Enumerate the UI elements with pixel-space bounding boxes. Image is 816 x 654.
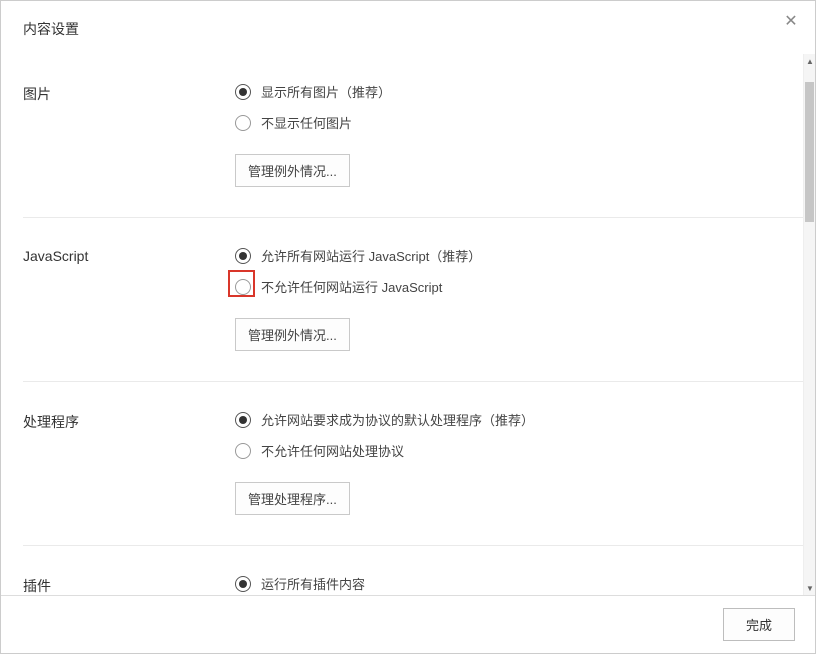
- radio-js-deny[interactable]: 不允许任何网站运行 JavaScript: [235, 277, 803, 296]
- radio-icon: [235, 248, 251, 264]
- radio-label: 显示所有图片（推荐）: [261, 82, 391, 101]
- radio-handlers-deny[interactable]: 不允许任何网站处理协议: [235, 441, 803, 460]
- section-label-images: 图片: [23, 82, 235, 187]
- radio-label: 允许所有网站运行 JavaScript（推荐）: [261, 246, 481, 265]
- radio-label: 允许网站要求成为协议的默认处理程序（推荐）: [261, 410, 534, 429]
- content-wrapper: 图片 显示所有图片（推荐） 不显示任何图片 管理例外情况... JavaScri…: [1, 54, 815, 595]
- scroll-up-icon[interactable]: ▲: [804, 54, 815, 68]
- radio-label: 不允许任何网站处理协议: [261, 441, 404, 460]
- section-handlers: 处理程序 允许网站要求成为协议的默认处理程序（推荐） 不允许任何网站处理协议 管…: [23, 382, 803, 546]
- section-body-plugins: 运行所有插件内容 检测并运行重要插件内容（推荐） 让我自行选择何时运行插件内容: [235, 574, 803, 595]
- js-exceptions-button[interactable]: 管理例外情况...: [235, 318, 350, 351]
- close-icon[interactable]: ✕: [783, 15, 799, 31]
- radio-icon: [235, 443, 251, 459]
- dialog-footer: 完成: [1, 595, 815, 653]
- dialog-title: 内容设置: [23, 19, 793, 39]
- dialog-header: 内容设置 ✕: [1, 1, 815, 54]
- radio-icon: [235, 115, 251, 131]
- radio-images-show[interactable]: 显示所有图片（推荐）: [235, 82, 803, 101]
- section-body-handlers: 允许网站要求成为协议的默认处理程序（推荐） 不允许任何网站处理协议 管理处理程序…: [235, 410, 803, 515]
- section-label-javascript: JavaScript: [23, 246, 235, 351]
- radio-icon: [235, 84, 251, 100]
- scroll-down-icon[interactable]: ▼: [804, 581, 815, 595]
- images-exceptions-button[interactable]: 管理例外情况...: [235, 154, 350, 187]
- radio-handlers-allow[interactable]: 允许网站要求成为协议的默认处理程序（推荐）: [235, 410, 803, 429]
- section-plugins: 插件 运行所有插件内容 检测并运行重要插件内容（推荐） 让我自行选择何时运行插件…: [23, 546, 803, 595]
- scrollbar-thumb[interactable]: [805, 82, 814, 222]
- radio-icon: [235, 412, 251, 428]
- content-settings-dialog: 内容设置 ✕ 图片 显示所有图片（推荐） 不显示任何图片 管理例外情况...: [0, 0, 816, 654]
- section-images: 图片 显示所有图片（推荐） 不显示任何图片 管理例外情况...: [23, 54, 803, 218]
- section-body-images: 显示所有图片（推荐） 不显示任何图片 管理例外情况...: [235, 82, 803, 187]
- radio-icon: [235, 279, 251, 295]
- section-label-handlers: 处理程序: [23, 410, 235, 515]
- radio-label: 不显示任何图片: [261, 113, 352, 132]
- radio-images-hide[interactable]: 不显示任何图片: [235, 113, 803, 132]
- radio-js-allow[interactable]: 允许所有网站运行 JavaScript（推荐）: [235, 246, 803, 265]
- radio-label: 运行所有插件内容: [261, 574, 365, 593]
- content-area: 图片 显示所有图片（推荐） 不显示任何图片 管理例外情况... JavaScri…: [1, 54, 803, 595]
- section-body-javascript: 允许所有网站运行 JavaScript（推荐） 不允许任何网站运行 JavaSc…: [235, 246, 803, 351]
- radio-plugins-all[interactable]: 运行所有插件内容: [235, 574, 803, 593]
- section-javascript: JavaScript 允许所有网站运行 JavaScript（推荐） 不允许任何…: [23, 218, 803, 382]
- section-label-plugins: 插件: [23, 574, 235, 595]
- radio-label: 不允许任何网站运行 JavaScript: [261, 277, 442, 296]
- radio-icon: [235, 576, 251, 592]
- done-button[interactable]: 完成: [723, 608, 795, 641]
- handlers-manage-button[interactable]: 管理处理程序...: [235, 482, 350, 515]
- scrollbar[interactable]: ▲ ▼: [803, 54, 815, 595]
